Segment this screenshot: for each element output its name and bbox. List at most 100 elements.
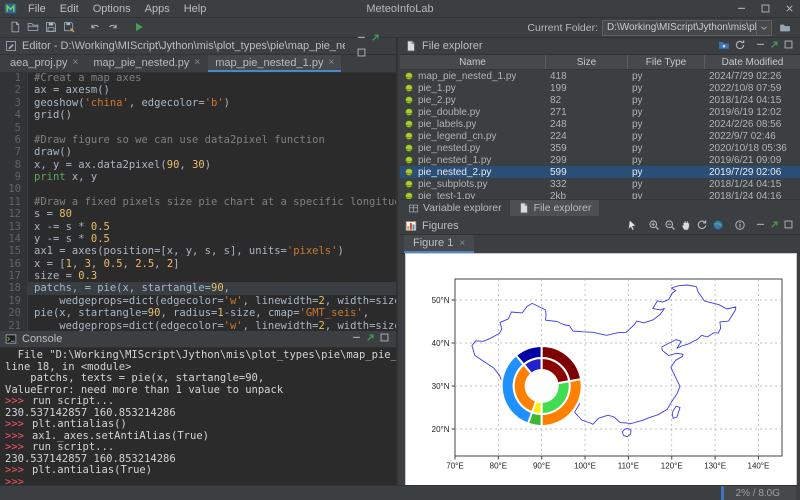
file-row[interactable]: pie_nested.py359py2020/10/18 05:36 — [400, 142, 800, 154]
minimize-button[interactable] — [349, 332, 363, 344]
editor-icon — [5, 40, 17, 52]
window-minimize-button[interactable] — [734, 3, 748, 15]
current-folder-label: Current Folder: — [527, 22, 598, 34]
file-row[interactable]: pie_double.py271py2019/6/19 12:02 — [400, 106, 800, 118]
cursor-button[interactable] — [624, 218, 640, 232]
tab-close-icon[interactable]: × — [194, 57, 200, 68]
panel-tab-file-explorer[interactable]: File explorer — [510, 200, 600, 216]
zoom-out-button[interactable] — [662, 218, 678, 232]
file-name: pie_subplots.py — [418, 179, 488, 190]
line-number: 20 — [0, 307, 27, 319]
figure-tab[interactable]: Figure 1× — [404, 235, 474, 253]
window-maximize-button[interactable] — [758, 3, 772, 15]
minimize-button[interactable] — [753, 39, 767, 51]
code-line: 6#Draw figure so we can use data2pixel f… — [0, 134, 396, 146]
memory-indicator[interactable]: 2% / 8.0G — [721, 486, 796, 500]
chevron-down-icon[interactable] — [756, 21, 771, 35]
run-button[interactable] — [130, 19, 148, 35]
file-size: 248 — [546, 119, 628, 130]
menu-options[interactable]: Options — [86, 3, 138, 15]
code-line: 8x, y = ax.data2pixel(90, 30) — [0, 159, 396, 171]
figures-title: Figures — [422, 220, 459, 232]
menu-file[interactable]: File — [21, 3, 53, 15]
file-row[interactable]: pie_2.py82py2018/1/24 04:15 — [400, 94, 800, 106]
undo-button[interactable] — [86, 19, 104, 35]
maximize-button[interactable] — [377, 332, 391, 344]
editor-tab-map_pie_nested_1.py[interactable]: map_pie_nested_1.py× — [208, 55, 341, 72]
file-row[interactable]: pie_1.py199py2022/10/8 07:59 — [400, 82, 800, 94]
window-close-button[interactable] — [782, 3, 796, 15]
zoom-in-button[interactable] — [646, 218, 662, 232]
code-line: 18patchs, = pie(x, startangle=90, — [0, 282, 396, 294]
identify-icon — [734, 219, 746, 231]
menu-edit[interactable]: Edit — [53, 3, 86, 15]
line-number: 13 — [0, 221, 27, 233]
browse-folder-button[interactable] — [776, 20, 794, 36]
open-current-folder-button[interactable] — [716, 38, 732, 52]
column-header-date-modified[interactable]: Date Modified — [705, 55, 800, 69]
main-toolbar: Current Folder: D:\Working\MIScript\Jyth… — [0, 18, 800, 38]
rotate-button[interactable] — [694, 218, 710, 232]
file-row[interactable]: pie_nested_2.py599py2019/7/29 02:06 — [400, 166, 800, 178]
maximize-button[interactable] — [355, 46, 369, 58]
memory-value: 2% / 8.0G — [736, 488, 780, 499]
float-button[interactable] — [363, 332, 377, 344]
toolbar-buttons — [6, 19, 148, 36]
maximize-button[interactable] — [781, 39, 795, 51]
file-explorer-header: File explorer — [400, 38, 800, 55]
redo-button[interactable] — [104, 19, 122, 35]
file-row[interactable]: pie_subplots.py332py2018/1/24 04:15 — [400, 178, 800, 190]
line-number: 3 — [0, 97, 27, 109]
file-row[interactable]: pie_labels.py248py2024/2/26 08:56 — [400, 118, 800, 130]
save-button[interactable] — [42, 19, 60, 35]
python-file-icon — [404, 119, 414, 129]
identify-button[interactable] — [732, 218, 748, 232]
console-output[interactable]: File "D:\Working\MIScript\Jython\mis\plo… — [0, 347, 396, 486]
globe-button[interactable] — [710, 218, 726, 232]
float-button[interactable] — [767, 39, 781, 51]
pan-icon — [680, 219, 692, 231]
file-row[interactable]: map_pie_nested_1.py418py2024/7/29 02:26 — [400, 70, 800, 82]
current-folder-value: D:\Working\MIScript\Jython\mis\plot_type… — [603, 22, 756, 33]
maximize-button[interactable] — [781, 219, 795, 231]
save-all-button[interactable] — [60, 19, 78, 35]
column-header-file-type[interactable]: File Type — [628, 55, 705, 69]
python-file-icon — [404, 83, 414, 93]
file-row[interactable]: pie_nested_1.py299py2019/6/21 09:09 — [400, 154, 800, 166]
file-name: pie_nested_1.py — [418, 155, 491, 166]
editor-tab-aea_proj.py[interactable]: aea_proj.py× — [3, 55, 85, 72]
line-number: 21 — [0, 320, 27, 332]
editor-tab-map_pie_nested.py[interactable]: map_pie_nested.py× — [86, 55, 207, 72]
new-file-button[interactable] — [6, 19, 24, 35]
tab-close-icon[interactable]: × — [328, 57, 334, 68]
file-date: 2022/10/8 07:59 — [705, 83, 800, 94]
line-number: 11 — [0, 196, 27, 208]
figure-canvas[interactable]: 70°E80°E90°E100°E110°E120°E130°E140°E20°… — [405, 253, 797, 487]
refresh-button[interactable] — [732, 38, 748, 52]
figures-header: Figures — [400, 218, 800, 235]
float-button[interactable] — [369, 32, 383, 44]
panel-tab-variable-explorer[interactable]: Variable explorer — [400, 200, 510, 216]
figures-toolbar — [624, 218, 748, 234]
code-editor[interactable]: 1#Creat a map axes2ax = axesm()3geoshow(… — [0, 72, 396, 331]
file-explorer-window-buttons — [753, 39, 795, 54]
pan-button[interactable] — [678, 218, 694, 232]
column-header-name[interactable]: Name — [400, 55, 546, 69]
column-header-size[interactable]: Size — [546, 55, 628, 69]
menu-help[interactable]: Help — [177, 3, 214, 15]
open-folder-button[interactable] — [24, 19, 42, 35]
console-title: Console — [22, 333, 62, 345]
svg-text:30°N: 30°N — [432, 382, 450, 391]
open-current-folder-icon — [718, 39, 730, 51]
float-button[interactable] — [767, 219, 781, 231]
tab-close-icon[interactable]: × — [459, 238, 465, 249]
figures-window-buttons — [753, 219, 795, 234]
file-row[interactable]: pie_legend_cn.py224py2022/9/7 02:46 — [400, 130, 800, 142]
current-folder-combobox[interactable]: D:\Working\MIScript\Jython\mis\plot_type… — [602, 20, 772, 36]
file-size: 359 — [546, 143, 628, 154]
minimize-button[interactable] — [753, 219, 767, 231]
tab-close-icon[interactable]: × — [73, 57, 79, 68]
menu-apps[interactable]: Apps — [138, 3, 177, 15]
line-number: 19 — [0, 295, 27, 307]
minimize-button[interactable] — [355, 32, 369, 44]
